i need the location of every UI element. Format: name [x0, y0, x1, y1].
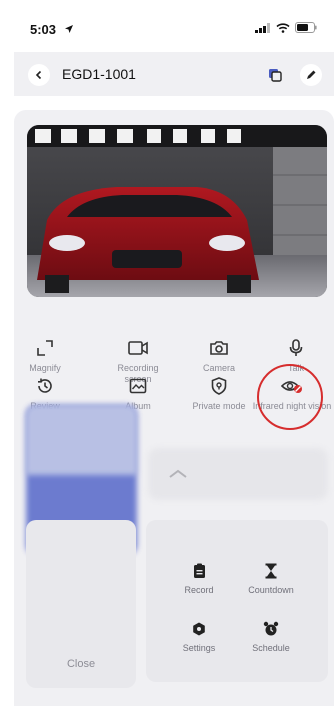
back-button[interactable]: [28, 64, 50, 86]
shield-icon: [211, 377, 227, 395]
signal-icon: [255, 22, 270, 33]
status-bar: 5:03: [0, 0, 335, 52]
page-title: EGD1-1001: [62, 66, 136, 82]
nav-bar: EGD1-1001: [14, 52, 334, 96]
chevron-left-icon: [35, 70, 42, 80]
camera-button[interactable]: Camera: [184, 337, 254, 374]
magnify-icon: [37, 340, 53, 356]
control-label: Camera: [202, 363, 235, 373]
chevron-up-icon[interactable]: [168, 469, 188, 479]
copy-icon: [269, 69, 282, 82]
menu-label: Countdown: [248, 585, 294, 595]
hourglass-icon: [265, 563, 277, 579]
private-mode-button[interactable]: Private mode: [184, 375, 254, 412]
clipboard-icon: [193, 563, 205, 578]
history-icon: [38, 378, 52, 393]
camera-video-feed[interactable]: [27, 125, 327, 297]
menu-label: Settings: [182, 643, 216, 653]
countdown-button[interactable]: Countdown: [236, 562, 306, 595]
copy-button[interactable]: [264, 64, 286, 86]
album-icon: [129, 378, 147, 394]
menu-label: Record: [184, 585, 214, 595]
settings-button[interactable]: Settings: [164, 620, 234, 653]
schedule-button[interactable]: Schedule: [236, 620, 306, 653]
status-time: 5:03: [30, 22, 57, 37]
control-label: Magnify: [29, 363, 61, 373]
highlight-circle: [257, 364, 323, 430]
close-button[interactable]: Close: [26, 658, 136, 670]
record-button[interactable]: Record: [164, 562, 234, 595]
hexagon-icon: [193, 622, 205, 636]
battery-icon: [295, 22, 317, 33]
microphone-icon: [289, 339, 303, 356]
camera-icon: [210, 341, 228, 355]
menu-label: Schedule: [252, 643, 290, 653]
edit-button[interactable]: [300, 64, 322, 86]
alarm-clock-icon: [263, 621, 279, 636]
location-arrow-icon: [65, 25, 73, 33]
menu-card: [146, 520, 328, 682]
control-label: Private mode: [192, 401, 246, 411]
magnify-button[interactable]: Magnify: [10, 337, 80, 374]
wifi-icon: [276, 22, 290, 33]
pencil-icon: [307, 70, 316, 79]
garage-car-image: [27, 125, 327, 297]
video-camera-icon: [128, 341, 148, 355]
close-card[interactable]: Close: [26, 520, 136, 688]
